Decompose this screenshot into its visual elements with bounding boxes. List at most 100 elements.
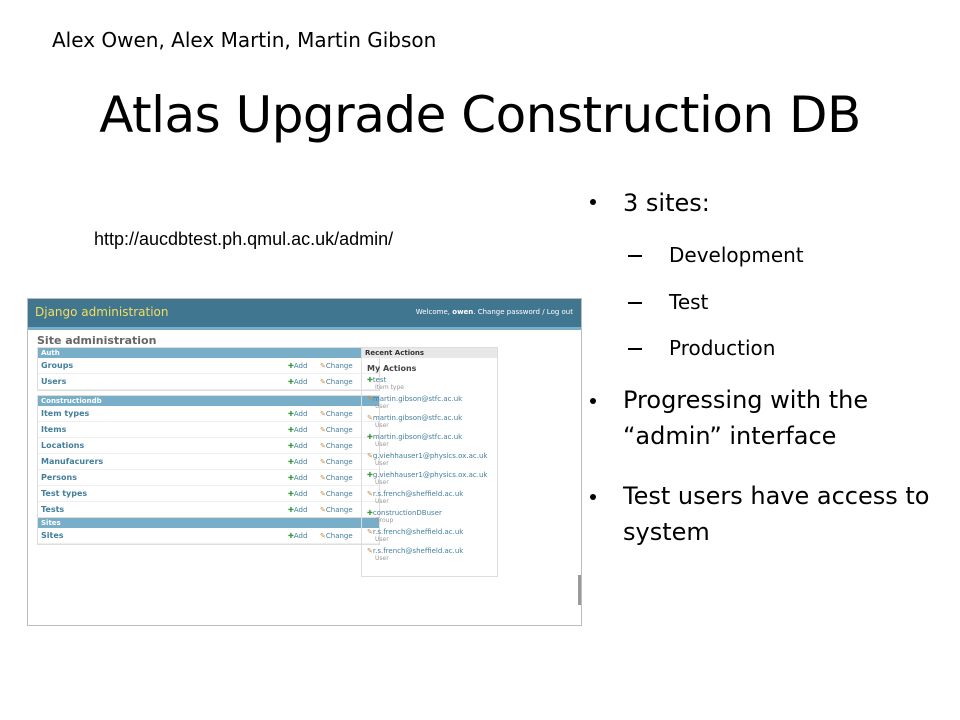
action-object-link[interactable]: r.s.french@sheffield.ac.uk <box>373 490 463 498</box>
action-object-link[interactable]: martin.gibson@stfc.ac.uk <box>373 433 462 441</box>
table-row: Items ✚Add ✎Change <box>38 422 379 438</box>
sub-bullet-text: Test <box>669 290 709 314</box>
bullet-text: “admin” interface <box>623 422 837 450</box>
module-caption[interactable]: Constructiondb <box>38 396 379 406</box>
add-label: Add <box>293 532 308 540</box>
action-object-link[interactable]: martin.gibson@stfc.ac.uk <box>373 414 462 422</box>
add-label: Add <box>293 474 308 482</box>
header-divider <box>28 327 581 330</box>
add-link[interactable]: ✚Add <box>288 362 307 370</box>
change-link[interactable]: ✎Change <box>320 362 353 370</box>
action-type: Item type <box>375 384 404 391</box>
admin-url: http://aucdbtest.ph.qmul.ac.uk/admin/ <box>94 229 394 249</box>
model-link[interactable]: Tests <box>41 505 64 514</box>
model-link[interactable]: Items <box>41 425 66 434</box>
change-link[interactable]: ✎Change <box>320 458 353 466</box>
change-link[interactable]: ✎Change <box>320 426 353 434</box>
username: owen <box>452 308 474 316</box>
table-row: Sites ✚Add ✎Change <box>38 528 379 544</box>
bullet-dot-icon <box>590 494 596 500</box>
scrollbar[interactable] <box>578 575 581 605</box>
action-object-link[interactable]: r.s.french@sheffield.ac.uk <box>373 547 463 555</box>
site-admin-title: Site administration <box>37 334 157 347</box>
model-link[interactable]: Item types <box>41 409 89 418</box>
action-type: Group <box>375 517 394 524</box>
change-label: Change <box>325 490 353 498</box>
add-link[interactable]: ✚Add <box>288 426 307 434</box>
action-type: User <box>375 498 389 505</box>
add-label: Add <box>293 490 308 498</box>
action-type: User <box>375 441 389 448</box>
change-label: Change <box>325 506 353 514</box>
change-label: Change <box>325 362 353 370</box>
change-label: Change <box>325 426 353 434</box>
add-link[interactable]: ✚Add <box>288 442 307 450</box>
model-link[interactable]: Users <box>41 377 66 386</box>
table-row: Users ✚Add ✎Change <box>38 374 379 390</box>
list-item: ✚martin.gibson@stfc.ac.uk User <box>367 433 462 449</box>
my-actions-heading: My Actions <box>367 364 417 373</box>
user-links[interactable]: . Change password / Log out <box>473 308 573 316</box>
dash-icon <box>628 255 642 257</box>
change-label: Change <box>325 532 353 540</box>
add-label: Add <box>293 410 308 418</box>
change-link[interactable]: ✎Change <box>320 442 353 450</box>
change-link[interactable]: ✎Change <box>320 490 353 498</box>
add-link[interactable]: ✚Add <box>288 458 307 466</box>
model-link[interactable]: Sites <box>41 531 64 540</box>
table-row: Groups ✚Add ✎Change <box>38 358 379 374</box>
action-object-link[interactable]: g.viehhauser1@physics.ox.ac.uk <box>373 452 488 460</box>
change-link[interactable]: ✎Change <box>320 506 353 514</box>
change-link[interactable]: ✎Change <box>320 410 353 418</box>
list-item: ✚test Item type <box>367 376 404 392</box>
bullet-text: 3 sites: <box>623 189 710 217</box>
action-object-link[interactable]: constructionDBuser <box>373 509 442 517</box>
model-link[interactable]: Manufacurers <box>41 457 103 466</box>
list-item: ✎r.s.french@sheffield.ac.uk User <box>367 490 463 506</box>
module-caption[interactable]: Auth <box>38 348 379 358</box>
module-sites: Sites Sites ✚Add ✎Change <box>37 517 380 545</box>
change-label: Change <box>325 442 353 450</box>
action-object-link[interactable]: g.viehhauser1@physics.ox.ac.uk <box>373 471 488 479</box>
add-link[interactable]: ✚Add <box>288 378 307 386</box>
django-admin-screenshot: Django administration Welcome, owen. Cha… <box>27 298 582 626</box>
user-tools: Welcome, owen. Change password / Log out <box>416 308 573 316</box>
model-link[interactable]: Persons <box>41 473 77 482</box>
add-label: Add <box>293 442 308 450</box>
action-object-link[interactable]: test <box>373 376 386 384</box>
add-label: Add <box>293 458 308 466</box>
bullet-dot-icon <box>590 398 596 404</box>
add-link[interactable]: ✚Add <box>288 474 307 482</box>
change-label: Change <box>325 378 353 386</box>
action-object-link[interactable]: r.s.french@sheffield.ac.uk <box>373 528 463 536</box>
module-caption[interactable]: Sites <box>38 518 379 528</box>
change-link[interactable]: ✎Change <box>320 474 353 482</box>
list-item: ✎r.s.french@sheffield.ac.uk User <box>367 528 463 544</box>
table-row: Item types ✚Add ✎Change <box>38 406 379 422</box>
model-link[interactable]: Locations <box>41 441 84 450</box>
module-constructiondb: Constructiondb Item types ✚Add ✎Change I… <box>37 395 380 519</box>
action-object-link[interactable]: martin.gibson@stfc.ac.uk <box>373 395 462 403</box>
welcome-text: Welcome, <box>415 308 453 316</box>
list-item: ✎g.viehhauser1@physics.ox.ac.uk User <box>367 452 487 468</box>
action-type: User <box>375 460 389 467</box>
action-type: User <box>375 555 389 562</box>
add-link[interactable]: ✚Add <box>288 410 307 418</box>
add-link[interactable]: ✚Add <box>288 506 307 514</box>
change-link[interactable]: ✎Change <box>320 532 353 540</box>
sub-bullet-text: Production <box>669 336 776 360</box>
change-link[interactable]: ✎Change <box>320 378 353 386</box>
table-row: Manufacurers ✚Add ✎Change <box>38 454 379 470</box>
model-link[interactable]: Test types <box>41 489 87 498</box>
action-type: User <box>375 403 389 410</box>
admin-brand[interactable]: Django administration <box>35 305 168 319</box>
action-type: User <box>375 536 389 543</box>
table-row: Locations ✚Add ✎Change <box>38 438 379 454</box>
add-link[interactable]: ✚Add <box>288 532 307 540</box>
model-link[interactable]: Groups <box>41 361 73 370</box>
sub-bullet-text: Development <box>669 243 804 267</box>
add-label: Add <box>293 378 308 386</box>
add-link[interactable]: ✚Add <box>288 490 307 498</box>
list-item: ✚g.viehhauser1@physics.ox.ac.uk User <box>367 471 487 487</box>
dash-icon <box>628 302 642 304</box>
